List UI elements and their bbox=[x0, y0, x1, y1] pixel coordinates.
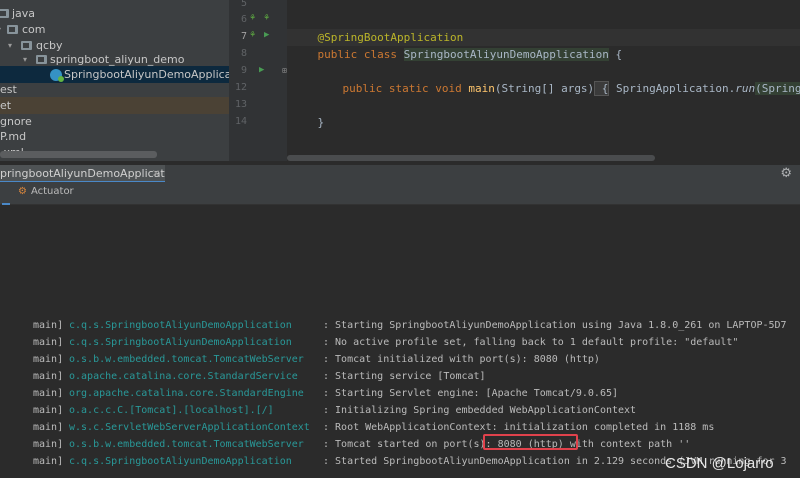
run-icon[interactable]: ▶ bbox=[259, 65, 264, 75]
spring-boot-class-icon bbox=[50, 69, 64, 82]
method-call-token: run bbox=[735, 82, 756, 95]
tree-item-test[interactable]: est bbox=[0, 81, 229, 98]
code-line: public static void main(String[] args) {… bbox=[316, 63, 800, 96]
chevron-down-icon[interactable]: ▾ bbox=[0, 21, 1, 38]
tree-item-label: com bbox=[22, 23, 46, 36]
project-tree: java ▾ com ▾ qcby ▾ springboot_aliyun_de… bbox=[0, 0, 229, 161]
tree-item-label: et bbox=[0, 99, 12, 112]
argument-token: (SpringbootAliyu bbox=[755, 82, 800, 95]
tree-item-readme[interactable]: P.md bbox=[0, 128, 229, 145]
package-icon bbox=[21, 41, 32, 50]
tab-actuator[interactable]: ⚙ Actuator bbox=[18, 186, 74, 197]
folder-icon bbox=[0, 9, 9, 18]
brace-token: } bbox=[317, 116, 325, 129]
keyword-token: public class bbox=[317, 48, 397, 61]
run-tab-label: pringbootAliyunDemoApplication bbox=[0, 167, 165, 180]
close-icon[interactable]: × bbox=[152, 165, 160, 181]
spring-bean-icon[interactable]: ⚘ bbox=[250, 30, 255, 40]
editor-gutter: 5 6 7 8 9 12 13 14 ⚘ ⚘ ⚘ ▶ ▶ ⊞ bbox=[229, 0, 287, 161]
spring-bean-icon[interactable]: ⚘ bbox=[250, 13, 255, 23]
line-number: 5 bbox=[240, 0, 247, 9]
watermark: CSDN @Lojarro bbox=[665, 455, 774, 472]
code-editor[interactable]: @SpringBootApplication public class Spri… bbox=[287, 0, 800, 161]
run-icon[interactable]: ▶ bbox=[264, 30, 269, 40]
actuator-icon: ⚙ bbox=[18, 186, 27, 197]
line-number: 12 bbox=[234, 82, 247, 93]
line-number: 8 bbox=[240, 48, 247, 59]
class-name-token: SpringbootAliyunDemoApplication bbox=[403, 48, 609, 61]
gear-icon[interactable]: ⚙ bbox=[780, 165, 792, 183]
tab-actuator-label: Actuator bbox=[30, 186, 74, 197]
tree-item-java[interactable]: java bbox=[0, 5, 229, 22]
package-icon bbox=[7, 25, 18, 34]
tree-item-target[interactable]: et bbox=[0, 97, 229, 114]
console-output[interactable]: main] c.q.s.SpringbootAliyunDemoApplicati… bbox=[0, 205, 800, 478]
run-tab-bar: pringbootAliyunDemoApplication × ⚙ bbox=[0, 164, 800, 183]
call-token: SpringApplication. bbox=[609, 82, 736, 95]
run-subtab-bar: ⚙ Actuator bbox=[0, 182, 800, 205]
brace-token: { bbox=[608, 48, 623, 61]
line-number: 7 bbox=[240, 31, 247, 42]
tree-item-label: P.md bbox=[0, 130, 27, 143]
keyword-token: public static void bbox=[342, 82, 462, 95]
method-name-token: main bbox=[468, 82, 495, 95]
line-number: 13 bbox=[234, 99, 247, 110]
code-line: @SpringBootApplication bbox=[291, 12, 464, 44]
folded-code-block[interactable]: { bbox=[594, 81, 610, 96]
port-highlight-box bbox=[483, 434, 578, 450]
package-icon bbox=[36, 55, 47, 64]
tree-item-label: est bbox=[0, 83, 17, 96]
editor-horizontal-scrollbar[interactable] bbox=[287, 155, 655, 161]
tree-item-label: java bbox=[12, 7, 36, 20]
line-number: 6 bbox=[240, 14, 247, 25]
spring-bean-icon[interactable]: ⚘ bbox=[264, 13, 269, 23]
line-number: 9 bbox=[240, 65, 247, 76]
code-line: } bbox=[291, 97, 325, 129]
tree-scrollbar[interactable] bbox=[0, 151, 157, 158]
tree-item-com[interactable]: ▾ com bbox=[0, 21, 229, 38]
line-number: 14 bbox=[234, 116, 247, 127]
code-line: public class SpringbootAliyunDemoApplica… bbox=[291, 29, 622, 61]
run-config-tab[interactable]: pringbootAliyunDemoApplication × bbox=[0, 165, 165, 183]
params-token: (String[] args) bbox=[494, 82, 595, 95]
